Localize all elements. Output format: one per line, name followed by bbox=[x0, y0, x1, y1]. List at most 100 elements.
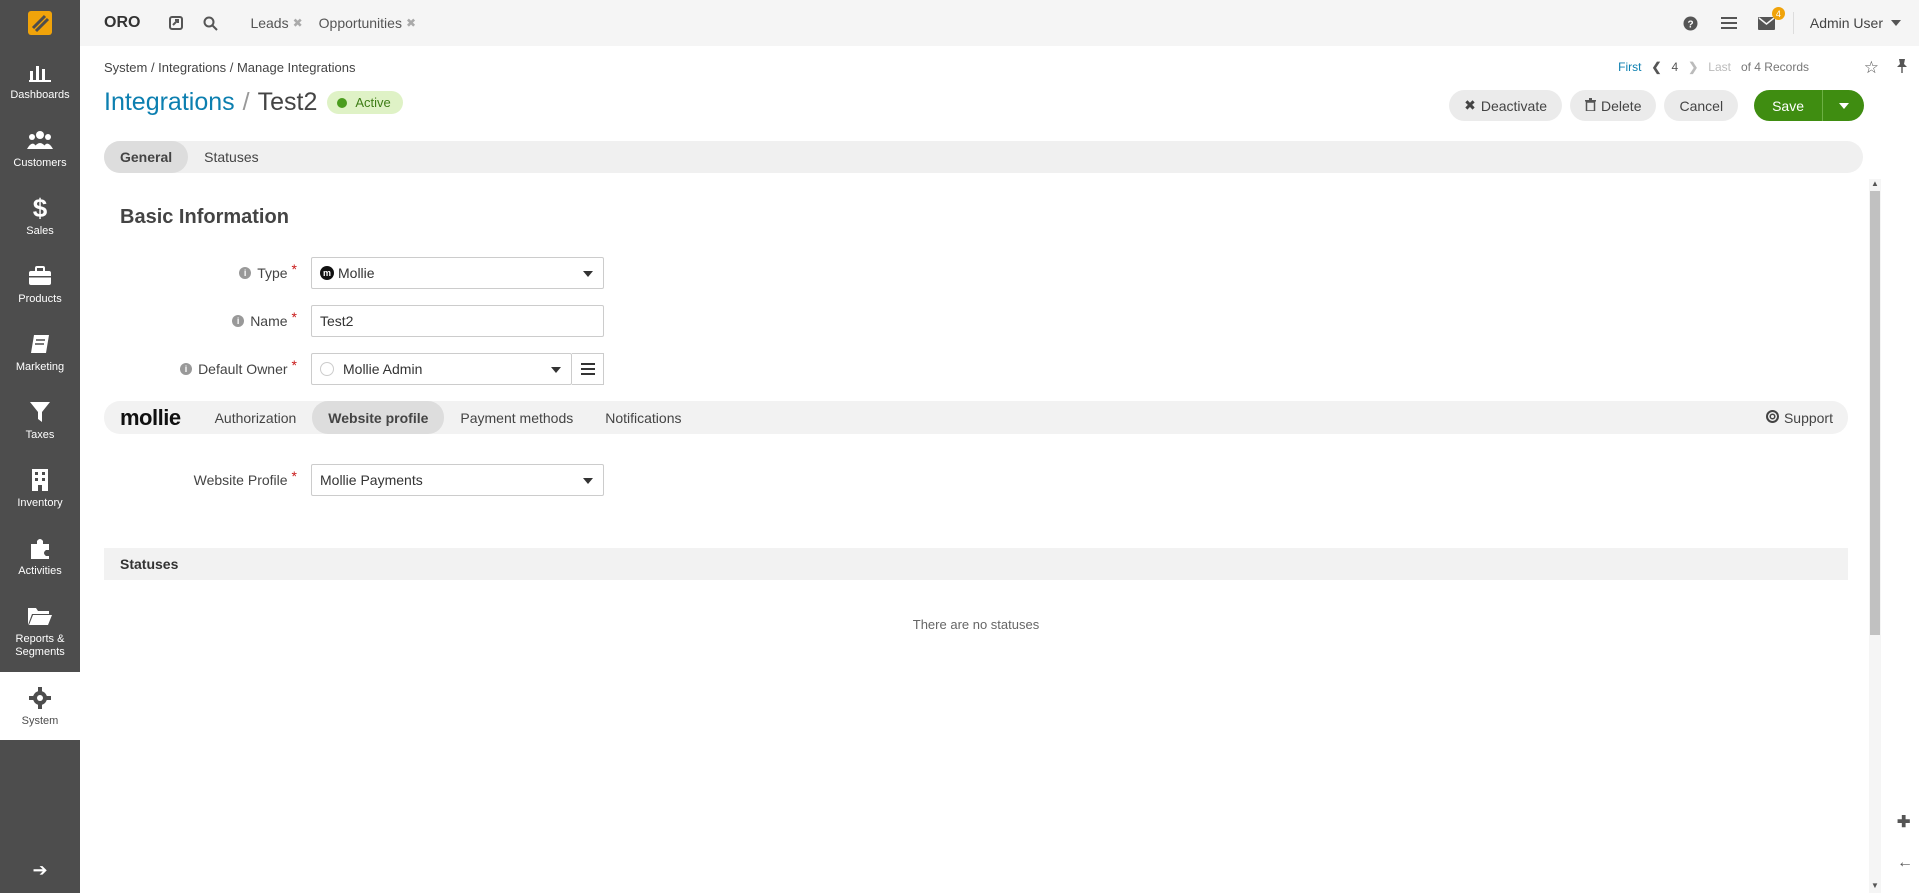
name-label: i Name * bbox=[80, 309, 297, 329]
cancel-button[interactable]: Cancel bbox=[1664, 90, 1739, 121]
info-icon[interactable]: i bbox=[180, 363, 193, 375]
chevron-left-icon[interactable]: ❮ bbox=[1651, 60, 1661, 74]
website-profile-row: Website Profile * Mollie Payments bbox=[80, 464, 604, 496]
status-dot-icon bbox=[337, 97, 348, 108]
tab-general[interactable]: General bbox=[104, 141, 189, 173]
website-profile-label: Website Profile * bbox=[80, 468, 297, 488]
mollie-tabs: mollie Authorization Website profile Pay… bbox=[104, 401, 1848, 434]
folder-icon bbox=[27, 603, 53, 629]
record-pager: First ❮ 4 ❯ Last of 4 Records bbox=[1618, 60, 1809, 74]
tab-statuses[interactable]: Statuses bbox=[188, 141, 274, 173]
tab-notifications[interactable]: Notifications bbox=[589, 401, 697, 434]
history-icon[interactable] bbox=[166, 13, 186, 33]
pinned-opportunities-link[interactable]: Opportunities ✖ bbox=[319, 15, 416, 31]
top-bar: ORO Leads ✖ Opportunities ✖ ? 4 Admin User bbox=[80, 0, 1919, 46]
menu-icon[interactable] bbox=[1719, 13, 1739, 33]
save-button-group: Save bbox=[1754, 90, 1864, 121]
name-input[interactable]: Test2 bbox=[311, 305, 604, 337]
tab-payment-methods[interactable]: Payment methods bbox=[444, 401, 589, 434]
sidebar-item-activities[interactable]: Activities bbox=[0, 522, 80, 590]
deactivate-button[interactable]: ✖ Deactivate bbox=[1449, 90, 1563, 121]
user-menu[interactable]: Admin User bbox=[1810, 15, 1901, 31]
mollie-icon: m bbox=[320, 266, 334, 280]
pager-first-link[interactable]: First bbox=[1618, 60, 1641, 74]
type-select[interactable]: m Mollie bbox=[311, 257, 604, 289]
close-icon[interactable]: ✖ bbox=[293, 16, 303, 30]
scroll-up-arrow-icon[interactable]: ▲ bbox=[1869, 179, 1881, 191]
info-icon[interactable]: i bbox=[232, 315, 245, 327]
sidebar-item-system[interactable]: System bbox=[0, 672, 80, 740]
trash-icon bbox=[1585, 97, 1597, 114]
required-marker: * bbox=[291, 357, 297, 373]
customers-icon bbox=[27, 127, 53, 153]
sidebar-item-taxes[interactable]: Taxes bbox=[0, 386, 80, 454]
sidebar-item-products[interactable]: Products bbox=[0, 250, 80, 318]
plus-icon[interactable]: ✚ bbox=[1897, 812, 1913, 832]
mollie-logo: mollie bbox=[120, 404, 181, 430]
sidebar-item-label: System bbox=[21, 715, 59, 727]
label-text: Website Profile bbox=[193, 472, 288, 488]
close-icon[interactable]: ✖ bbox=[406, 16, 416, 30]
search-icon[interactable] bbox=[200, 13, 220, 33]
required-marker: * bbox=[291, 309, 297, 325]
tab-authorization[interactable]: Authorization bbox=[199, 401, 313, 434]
page-title-record: Test2 bbox=[257, 88, 318, 116]
sidebar-item-label: Customers bbox=[13, 157, 67, 169]
required-marker: * bbox=[291, 468, 297, 484]
owner-select-value: Mollie Admin bbox=[343, 361, 423, 377]
button-label: Delete bbox=[1601, 97, 1642, 114]
scrollbar-thumb[interactable] bbox=[1870, 191, 1880, 635]
save-dropdown-toggle[interactable] bbox=[1822, 90, 1864, 121]
brand-name[interactable]: ORO bbox=[104, 14, 140, 32]
page-title-section-link[interactable]: Integrations bbox=[104, 88, 235, 117]
scroll-down-arrow-icon[interactable]: ▼ bbox=[1869, 881, 1881, 893]
pinned-leads-link[interactable]: Leads ✖ bbox=[250, 15, 302, 31]
building-icon bbox=[27, 467, 53, 493]
owner-list-button[interactable] bbox=[572, 353, 604, 385]
sidebar-item-sales[interactable]: $ Sales bbox=[0, 182, 80, 250]
pager-last-link[interactable]: Last bbox=[1708, 60, 1731, 74]
type-row: i Type * m Mollie bbox=[80, 257, 604, 289]
support-label: Support bbox=[1783, 409, 1833, 426]
label-text: Type bbox=[257, 265, 288, 281]
sidebar: Dashboards Customers $ Sales Products Ma… bbox=[0, 0, 80, 893]
sidebar-item-label: Inventory bbox=[17, 497, 63, 509]
status-label: Active bbox=[355, 95, 391, 110]
scrollbar[interactable]: ▲ ▼ bbox=[1869, 179, 1881, 893]
type-select-value: Mollie bbox=[338, 265, 375, 281]
sidebar-item-label: Sales bbox=[26, 225, 54, 237]
divider bbox=[1792, 12, 1794, 34]
oro-logo[interactable] bbox=[0, 0, 80, 46]
chevron-down-icon bbox=[583, 478, 593, 484]
sidebar-item-marketing[interactable]: Marketing bbox=[0, 318, 80, 386]
save-button[interactable]: Save bbox=[1754, 90, 1822, 121]
sidebar-item-dashboards[interactable]: Dashboards bbox=[0, 46, 80, 114]
pager-current: 4 bbox=[1671, 60, 1679, 74]
default-owner-select[interactable]: Mollie Admin bbox=[311, 353, 572, 385]
chevron-down-icon bbox=[583, 271, 593, 277]
sidebar-item-reports[interactable]: Reports & Segments bbox=[0, 590, 80, 672]
sidebar-expand-arrow-icon[interactable]: ➔ bbox=[0, 860, 80, 881]
action-buttons: ✖ Deactivate Delete Cancel Save bbox=[1449, 90, 1864, 121]
delete-button[interactable]: Delete bbox=[1570, 90, 1657, 121]
label-text: Default Owner bbox=[198, 361, 288, 377]
info-icon[interactable]: i bbox=[239, 267, 252, 279]
help-icon[interactable]: ? bbox=[1681, 13, 1701, 33]
tab-website-profile[interactable]: Website profile bbox=[312, 401, 445, 434]
arrow-left-icon[interactable]: ← bbox=[1897, 854, 1913, 872]
sidebar-item-inventory[interactable]: Inventory bbox=[0, 454, 80, 522]
mail-icon[interactable]: 4 bbox=[1757, 7, 1785, 33]
sidebar-item-customers[interactable]: Customers bbox=[0, 114, 80, 182]
default-owner-label: i Default Owner * bbox=[80, 357, 297, 377]
website-profile-select[interactable]: Mollie Payments bbox=[311, 464, 604, 496]
page-tools: ☆ bbox=[1864, 58, 1909, 78]
star-icon[interactable]: ☆ bbox=[1864, 58, 1879, 78]
sidebar-item-label: Activities bbox=[18, 565, 62, 577]
chevron-right-icon[interactable]: ❯ bbox=[1688, 60, 1698, 74]
pin-icon[interactable] bbox=[1895, 58, 1909, 78]
sidebar-item-label: Products bbox=[18, 293, 62, 305]
lifebuoy-icon bbox=[1765, 409, 1779, 426]
support-link[interactable]: Support bbox=[1765, 401, 1833, 434]
sidebar-item-label: Dashboards bbox=[10, 89, 70, 101]
name-input-value: Test2 bbox=[320, 313, 354, 329]
